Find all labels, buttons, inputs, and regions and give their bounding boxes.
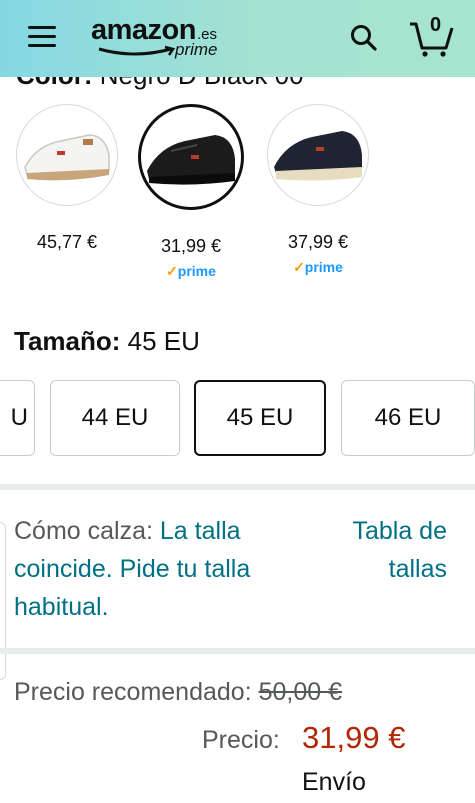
fit-card-edge (0, 522, 6, 680)
search-icon[interactable] (350, 24, 378, 52)
rrp-label: Precio recomendado: (14, 678, 252, 706)
prime-label: prime (304, 259, 343, 275)
swatch-price: 37,99 € (287, 232, 349, 252)
section-divider (0, 648, 475, 654)
prime-check-icon: ✓ (293, 259, 305, 275)
size-label-prefix: Tamaño: (14, 326, 121, 356)
amazon-prime-logo[interactable]: amazon .es prime (91, 14, 231, 64)
size-option-44[interactable]: 44 EU (50, 380, 180, 456)
shoe-image-white (16, 104, 118, 206)
size-options: U 44 EU 45 EU 46 EU (0, 380, 475, 460)
app-header: amazon .es prime 0 (0, 0, 475, 77)
swatch-black[interactable]: 31,99 € ✓prime (136, 104, 246, 281)
recommended-price: Precio recomendado: 50,00 € (14, 678, 342, 707)
shipping-label: Envío (302, 768, 366, 796)
size-label-value: 45 EU (127, 326, 200, 356)
size-chart-link[interactable]: Tabla de tallas (337, 512, 447, 588)
price-value: 31,99 € (302, 720, 406, 755)
swatch-navy[interactable]: 37,99 € ✓prime (263, 104, 373, 277)
size-option-46[interactable]: 46 EU (341, 380, 475, 456)
prime-badge: ✓prime (263, 259, 373, 277)
cart-count-badge: 0 (430, 14, 442, 36)
size-option-43[interactable]: U (0, 380, 35, 456)
fit-info: Cómo calza: La talla coincide. Pide tu t… (14, 512, 314, 626)
color-swatches: 45,77 € 31,99 € ✓prime 37,99 € ✓prime (0, 104, 475, 294)
shoe-image-black (138, 104, 244, 210)
price-label: Precio: (202, 726, 280, 754)
section-divider (0, 484, 475, 490)
hamburger-menu-icon[interactable] (28, 26, 56, 48)
shoe-image-navy (267, 104, 369, 206)
prime-label: prime (177, 263, 216, 279)
swatch-price: 45,77 € (36, 232, 98, 252)
swatch-price: 31,99 € (160, 236, 222, 256)
swatch-white[interactable]: 45,77 € (12, 104, 122, 277)
logo-prime: prime (175, 40, 218, 59)
rrp-value: 50,00 € (258, 678, 343, 706)
prime-badge (12, 259, 122, 277)
fit-prefix: Cómo calza: (14, 517, 153, 545)
size-option-45[interactable]: 45 EU (194, 380, 326, 456)
prime-check-icon: ✓ (166, 263, 178, 279)
size-label: Tamaño: 45 EU (14, 326, 200, 357)
smile-arrow-icon (98, 45, 176, 56)
prime-badge: ✓prime (136, 263, 246, 281)
